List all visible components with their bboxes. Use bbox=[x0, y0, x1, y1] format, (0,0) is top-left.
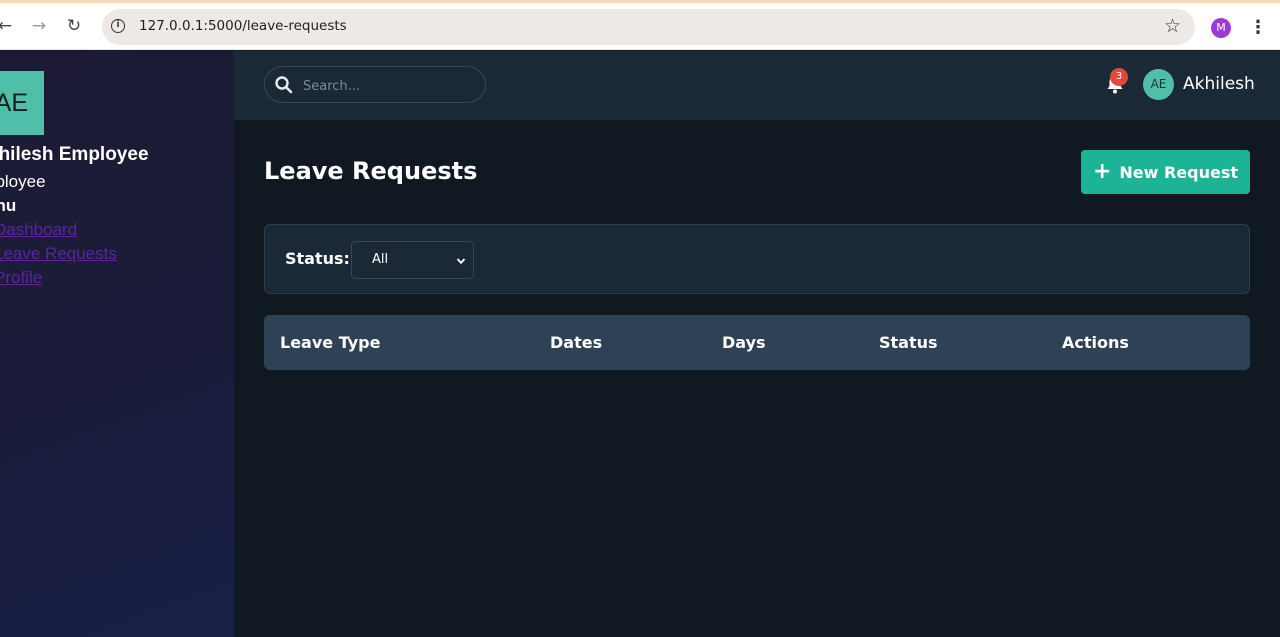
sidebar-link-profile[interactable]: Profile bbox=[0, 268, 42, 288]
sidebar-link-dashboard[interactable]: Dashboard bbox=[0, 220, 77, 240]
page-title: Leave Requests bbox=[264, 157, 478, 185]
reload-icon[interactable]: ↻ bbox=[63, 15, 85, 37]
search-box[interactable] bbox=[264, 66, 486, 103]
chevron-down-icon bbox=[456, 258, 466, 265]
column-header-status: Status bbox=[879, 333, 938, 352]
browser-toolbar: ← → ↻ i 127.0.0.1:5000/leave-requests ☆ … bbox=[0, 0, 1280, 50]
column-header-days: Days bbox=[722, 333, 766, 352]
sidebar: AE khilesh Employee nployee enu Dashboar… bbox=[0, 50, 234, 637]
status-filter-select[interactable]: All bbox=[351, 241, 474, 279]
new-request-label: New Request bbox=[1119, 162, 1239, 182]
table-header: Leave Type Dates Days Status Actions bbox=[264, 315, 1250, 370]
new-request-button[interactable]: + New Request bbox=[1081, 150, 1250, 194]
user-avatar[interactable]: AE bbox=[1143, 69, 1174, 100]
sidebar-menu-heading: enu bbox=[0, 196, 17, 215]
forward-arrow-icon[interactable]: → bbox=[28, 15, 50, 37]
search-icon bbox=[275, 76, 293, 94]
browser-menu-icon[interactable]: ⋮ bbox=[1249, 16, 1267, 40]
plus-icon: + bbox=[1092, 159, 1112, 184]
bookmark-star-icon[interactable]: ☆ bbox=[1164, 15, 1181, 37]
sidebar-user-role: nployee bbox=[0, 172, 46, 191]
url-text[interactable]: 127.0.0.1:5000/leave-requests bbox=[139, 18, 347, 34]
sidebar-user-name: khilesh Employee bbox=[0, 144, 149, 165]
address-bar[interactable]: i 127.0.0.1:5000/leave-requests ☆ bbox=[102, 9, 1195, 45]
notification-count-badge: 3 bbox=[1110, 68, 1128, 86]
user-name[interactable]: Akhilesh bbox=[1183, 74, 1255, 94]
notifications-button[interactable]: 3 bbox=[1105, 68, 1128, 95]
browser-profile-avatar[interactable]: M bbox=[1211, 18, 1231, 38]
status-filter-label: Status: bbox=[285, 249, 350, 268]
status-filter-value: All bbox=[372, 252, 389, 267]
filter-card: Status: All bbox=[264, 224, 1250, 294]
column-header-actions: Actions bbox=[1062, 333, 1129, 352]
column-header-leave-type: Leave Type bbox=[280, 333, 381, 352]
sidebar-avatar: AE bbox=[0, 71, 44, 135]
sidebar-link-leave-requests[interactable]: Leave Requests bbox=[0, 244, 117, 264]
site-info-icon[interactable]: i bbox=[111, 19, 125, 33]
top-bar: 3 AE Akhilesh bbox=[234, 50, 1280, 120]
search-input[interactable] bbox=[301, 75, 475, 97]
column-header-dates: Dates bbox=[550, 333, 603, 352]
back-arrow-icon[interactable]: ← bbox=[0, 15, 16, 37]
